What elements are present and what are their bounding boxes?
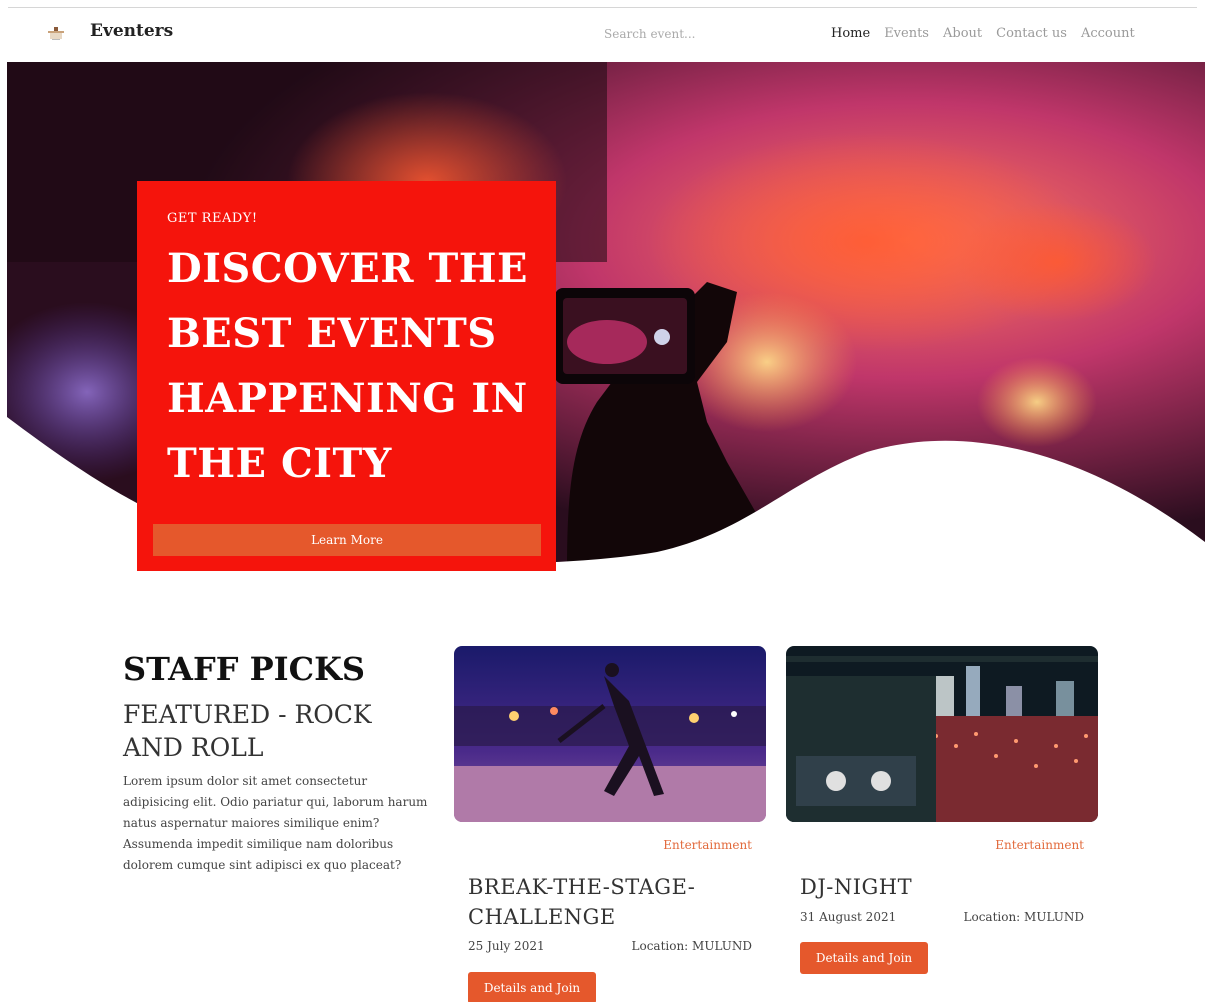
hero-title-line: BEST EVENTS: [167, 310, 497, 357]
event-date: 31 August 2021: [800, 910, 897, 924]
brand-logo-icon[interactable]: [46, 23, 66, 47]
event-image[interactable]: [786, 646, 1098, 822]
event-card: Entertainment BREAK-THE-STAGE-CHALLENGE …: [454, 646, 766, 1002]
nav-contact[interactable]: Contact us: [996, 26, 1067, 41]
hero-banner: GET READY! DISCOVER THE BEST EVENTS HAPP…: [7, 62, 1205, 572]
featured-subtitle: FEATURED - ROCK AND ROLL: [123, 700, 372, 762]
learn-more-button[interactable]: Learn More: [153, 524, 541, 556]
nav-events[interactable]: Events: [884, 26, 929, 41]
search-input[interactable]: [604, 22, 794, 46]
staff-picks-description: Lorem ipsum dolor sit amet consectetur a…: [123, 774, 428, 872]
hero-title-line: THE CITY: [167, 440, 392, 487]
hero-eyebrow: GET READY!: [167, 211, 258, 226]
event-date: 25 July 2021: [468, 939, 545, 953]
event-card: Entertainment DJ-NIGHT 31 August 2021 Lo…: [786, 646, 1098, 974]
event-location: Location: MULUND: [631, 939, 753, 953]
details-join-button[interactable]: Details and Join: [468, 972, 596, 1002]
event-title[interactable]: DJ-NIGHT: [800, 872, 1080, 902]
details-join-button[interactable]: Details and Join: [800, 942, 928, 974]
hero-title: DISCOVER THE BEST EVENTS HAPPENING IN TH…: [167, 236, 542, 496]
nav-account[interactable]: Account: [1081, 26, 1135, 41]
event-image[interactable]: [454, 646, 766, 822]
brand-name[interactable]: Eventers: [90, 21, 173, 41]
event-category: Entertainment: [995, 838, 1084, 852]
hero-card: GET READY! DISCOVER THE BEST EVENTS HAPP…: [137, 181, 556, 571]
main-nav: Home Events About Contact us Account: [831, 26, 1135, 41]
hero-title-line: HAPPENING IN: [167, 375, 528, 422]
event-category: Entertainment: [663, 838, 752, 852]
hero-title-line: DISCOVER THE: [167, 245, 528, 292]
navbar: Eventers Home Events About Contact us Ac…: [0, 8, 1205, 62]
event-title[interactable]: BREAK-THE-STAGE-CHALLENGE: [468, 872, 748, 932]
nav-about[interactable]: About: [943, 26, 982, 41]
staff-picks-title: STAFF PICKS: [123, 650, 365, 688]
event-location: Location: MULUND: [963, 910, 1085, 924]
nav-home[interactable]: Home: [831, 26, 870, 41]
